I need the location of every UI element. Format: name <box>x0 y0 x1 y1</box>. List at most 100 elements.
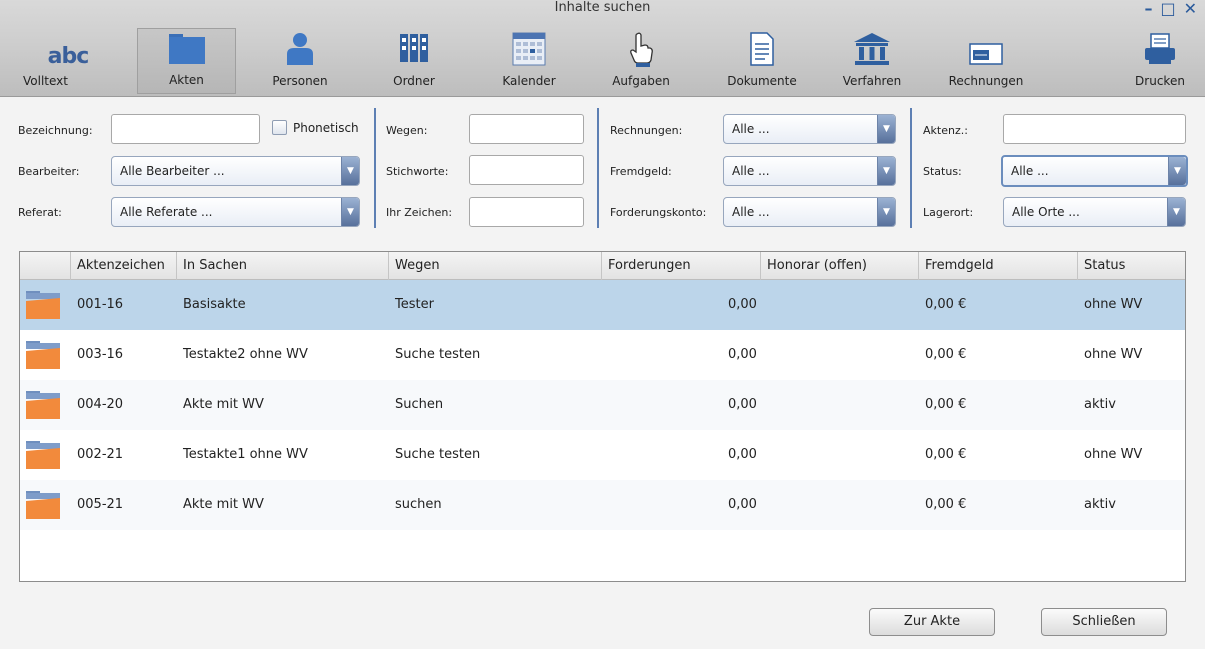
table-row[interactable]: 003-16 Testakte2 ohne WV Suche testen 0,00 0… <box>20 330 1185 380</box>
fremdgeld-value: Alle ... <box>732 164 770 178</box>
toolbar-personen-button[interactable]: Personen <box>255 28 345 94</box>
toolbar-label: Dokumente <box>727 74 797 88</box>
bearbeiter-value: Alle Bearbeiter ... <box>120 164 225 178</box>
close-icon[interactable]: ✕ <box>1184 0 1197 18</box>
toolbar-volltext-button[interactable]: abc Volltext <box>18 28 118 94</box>
toolbar: Inhalte suchen – □ ✕ abc Volltext Akten … <box>0 0 1205 97</box>
ihr-zeichen-input[interactable] <box>469 197 584 227</box>
stichworte-input[interactable] <box>469 155 584 185</box>
chevron-down-icon: ▼ <box>1167 198 1185 226</box>
status-value: Alle ... <box>1011 164 1049 178</box>
cell-in-sachen: Akte mit WV <box>183 497 264 512</box>
results-table: Aktenzeichen In Sachen Wegen Forderungen… <box>19 251 1186 582</box>
folder-icon <box>26 341 60 369</box>
bearbeiter-select[interactable]: Alle Bearbeiter ... ▼ <box>111 156 360 186</box>
cell-in-sachen: Testakte2 ohne WV <box>183 347 308 362</box>
toolbar-label: Ordner <box>393 74 435 88</box>
phonetisch-checkbox[interactable] <box>272 120 287 135</box>
zur-akte-button[interactable]: Zur Akte <box>869 608 995 636</box>
schliessen-button[interactable]: Schließen <box>1041 608 1167 636</box>
toolbar-kalender-button[interactable]: Kalender <box>486 28 572 94</box>
filter-divider <box>374 108 376 228</box>
cell-wegen: Suche testen <box>395 347 481 362</box>
status-label: Status: <box>923 165 962 178</box>
cell-fremdgeld: 0,00 € <box>925 447 967 462</box>
toolbar-rechnungen-button[interactable]: Rechnungen <box>936 28 1036 94</box>
filter-divider <box>597 108 599 228</box>
table-row[interactable]: 001-16 Basisakte Tester 0,00 0,00 € ohne WV <box>20 280 1185 330</box>
column-header-aktenzeichen[interactable]: Aktenzeichen <box>71 252 177 280</box>
cell-wegen: Suchen <box>395 397 444 412</box>
cell-honorar: 0,00 <box>728 397 757 412</box>
toolbar-dokumente-button[interactable]: Dokumente <box>712 28 812 94</box>
window-title: Inhalte suchen <box>554 0 651 15</box>
column-header-fremdgeld[interactable]: Fremdgeld <box>919 252 1078 280</box>
folder-icon <box>26 391 60 419</box>
cell-honorar: 0,00 <box>728 347 757 362</box>
column-header-wegen[interactable]: Wegen <box>389 252 602 280</box>
fremdgeld-select[interactable]: Alle ... ▼ <box>723 156 896 186</box>
cell-aktenzeichen: 004-20 <box>77 397 124 412</box>
table-row[interactable]: 004-20 Akte mit WV Suchen 0,00 0,00 € aktiv <box>20 380 1185 430</box>
toolbar-ordner-button[interactable]: Ordner <box>370 28 458 94</box>
referat-select[interactable]: Alle Referate ... ▼ <box>111 197 360 227</box>
column-header-in-sachen[interactable]: In Sachen <box>177 252 389 280</box>
table-row[interactable]: 002-21 Testakte1 ohne WV Suche testen 0,00 0… <box>20 430 1185 480</box>
maximize-icon[interactable]: □ <box>1160 0 1175 18</box>
chevron-down-icon: ▼ <box>1168 157 1186 185</box>
fremdgeld-label: Fremdgeld: <box>610 165 672 178</box>
cell-aktenzeichen: 003-16 <box>77 347 124 362</box>
minimize-icon[interactable]: – <box>1144 0 1152 18</box>
toolbar-label: Volltext <box>23 74 68 88</box>
wegen-input[interactable] <box>469 114 584 144</box>
toolbar-akten-button[interactable]: Akten <box>137 28 236 94</box>
toolbar-label: Kalender <box>502 74 556 88</box>
toolbar-drucken-button[interactable]: Drucken <box>1120 28 1200 94</box>
bezeichnung-input[interactable] <box>111 114 260 144</box>
binders-icon <box>400 34 428 62</box>
forderungskonto-select[interactable]: Alle ... ▼ <box>723 197 896 227</box>
toolbar-label: Rechnungen <box>948 74 1024 88</box>
column-header-forderungen[interactable]: Forderungen <box>602 252 761 280</box>
referat-value: Alle Referate ... <box>120 205 213 219</box>
chevron-down-icon: ▼ <box>341 198 359 226</box>
lagerort-select[interactable]: Alle Orte ... ▼ <box>1003 197 1186 227</box>
cell-status: ohne WV <box>1084 297 1143 312</box>
table-row[interactable]: 005-21 Akte mit WV suchen 0,00 0,00 € aktiv <box>20 480 1185 530</box>
person-icon <box>287 33 313 65</box>
cell-fremdgeld: 0,00 € <box>925 297 967 312</box>
courthouse-icon <box>854 33 890 65</box>
toolbar-verfahren-button[interactable]: Verfahren <box>828 28 916 94</box>
cell-fremdgeld: 0,00 € <box>925 497 967 512</box>
chevron-down-icon: ▼ <box>341 157 359 185</box>
rechnungen-select[interactable]: Alle ... ▼ <box>723 114 896 144</box>
hand-pointer-icon <box>630 32 653 67</box>
window-controls: – □ ✕ <box>1144 0 1197 18</box>
column-header-icon[interactable] <box>20 252 71 280</box>
cell-fremdgeld: 0,00 € <box>925 397 967 412</box>
column-header-honorar[interactable]: Honorar (offen) <box>761 252 919 280</box>
filter-divider <box>910 108 912 228</box>
rechnungen-value: Alle ... <box>732 122 770 136</box>
folder-icon <box>26 491 60 519</box>
toolbar-aufgaben-button[interactable]: Aufgaben <box>598 28 684 94</box>
ihr-zeichen-label: Ihr Zeichen: <box>386 206 453 219</box>
cell-honorar: 0,00 <box>728 497 757 512</box>
column-header-status[interactable]: Status <box>1078 252 1185 280</box>
chevron-down-icon: ▼ <box>877 157 895 185</box>
rechnungen-label: Rechnungen: <box>610 124 683 137</box>
aktenz-label: Aktenz.: <box>923 124 968 137</box>
lagerort-value: Alle Orte ... <box>1012 205 1080 219</box>
cell-fremdgeld: 0,00 € <box>925 347 967 362</box>
status-select[interactable]: Alle ... ▼ <box>1001 155 1188 187</box>
toolbar-label: Aufgaben <box>612 74 670 88</box>
toolbar-label: Drucken <box>1135 74 1185 88</box>
forderungskonto-label: Forderungskonto: <box>610 206 707 219</box>
aktenz-input[interactable] <box>1003 114 1186 144</box>
cell-status: aktiv <box>1084 397 1116 412</box>
table-header: Aktenzeichen In Sachen Wegen Forderungen… <box>20 252 1185 280</box>
wegen-label: Wegen: <box>386 124 428 137</box>
toolbar-label: Akten <box>169 73 204 87</box>
cell-in-sachen: Basisakte <box>183 297 246 312</box>
cell-status: aktiv <box>1084 497 1116 512</box>
